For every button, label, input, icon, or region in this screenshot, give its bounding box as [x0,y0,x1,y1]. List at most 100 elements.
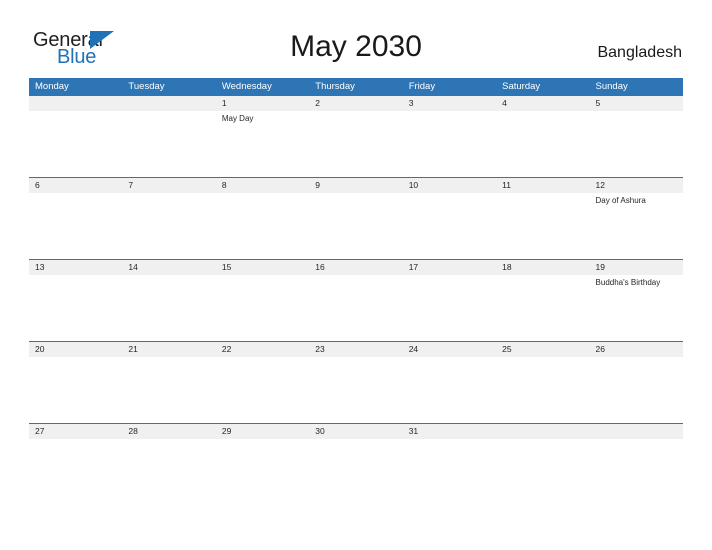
date-number[interactable]: 18 [496,260,589,275]
day-header-saturday: Saturday [502,81,541,92]
day-cell[interactable] [29,111,122,177]
event-label: May Day [221,114,254,123]
calendar-grid: Monday Tuesday Wednesday Thursday Friday… [29,78,683,499]
day-cell[interactable] [309,357,402,423]
date-number[interactable]: 7 [122,178,215,193]
day-cell[interactable] [403,275,496,341]
day-cell[interactable] [29,275,122,341]
day-cell[interactable]: May Day [216,111,309,177]
day-cell[interactable] [216,275,309,341]
week-event-band [29,357,683,423]
day-header-wednesday: Wednesday [221,81,272,92]
date-number[interactable]: 17 [403,260,496,275]
date-number[interactable]: 8 [216,178,309,193]
calendar-week-row: 6 7 8 9 10 11 12 Day of Ashura [29,177,683,259]
week-event-band: May Day [29,111,683,177]
calendar-week-row: 13 14 15 16 17 18 19 Buddha's Birthday [29,259,683,341]
week-event-band: Day of Ashura [29,193,683,259]
date-number[interactable] [29,96,122,111]
date-number[interactable]: 6 [29,178,122,193]
date-number[interactable]: 10 [403,178,496,193]
date-number[interactable]: 11 [496,178,589,193]
calendar-week-row: 20 21 22 23 24 25 26 [29,341,683,423]
week-date-band: 20 21 22 23 24 25 26 [29,341,683,357]
day-cell[interactable] [496,275,589,341]
event-label: Buddha's Birthday [595,278,661,287]
date-number[interactable]: 21 [122,342,215,357]
date-number[interactable]: 23 [309,342,402,357]
week-date-band: 6 7 8 9 10 11 12 [29,177,683,193]
day-cell[interactable]: Buddha's Birthday [590,275,683,341]
date-number[interactable]: 5 [590,96,683,111]
date-number[interactable]: 2 [309,96,402,111]
day-cell[interactable] [216,439,309,499]
day-cell[interactable] [496,111,589,177]
country-label: Bangladesh [597,44,682,61]
date-number[interactable]: 19 [590,260,683,275]
date-number[interactable]: 28 [122,424,215,439]
day-cell[interactable] [216,357,309,423]
day-cell[interactable] [122,439,215,499]
day-cell[interactable] [403,357,496,423]
day-cell[interactable] [496,439,589,499]
date-number[interactable]: 22 [216,342,309,357]
date-number[interactable] [590,424,683,439]
date-number[interactable] [496,424,589,439]
date-number[interactable]: 26 [590,342,683,357]
day-header-monday: Monday [35,81,69,92]
day-header-tuesday: Tuesday [128,81,165,92]
event-label: Day of Ashura [595,196,646,205]
day-cell[interactable] [309,275,402,341]
week-date-band: 1 2 3 4 5 [29,96,683,111]
day-cell[interactable] [122,357,215,423]
week-date-band: 27 28 29 30 31 [29,423,683,439]
day-cell[interactable] [29,439,122,499]
day-cell[interactable] [122,193,215,259]
date-number[interactable]: 13 [29,260,122,275]
day-cell[interactable] [496,357,589,423]
day-header-friday: Friday [408,81,436,92]
day-cell[interactable]: Day of Ashura [590,193,683,259]
page-header: General Blue May 2030 Bangladesh [0,0,712,78]
day-cell[interactable] [309,111,402,177]
date-number[interactable]: 4 [496,96,589,111]
day-cell[interactable] [403,193,496,259]
day-cell[interactable] [403,111,496,177]
date-number[interactable]: 27 [29,424,122,439]
day-header-thursday: Thursday [315,81,355,92]
day-cell[interactable] [590,357,683,423]
day-cell[interactable] [403,439,496,499]
day-cell[interactable] [122,111,215,177]
date-number[interactable]: 1 [216,96,309,111]
day-cell[interactable] [309,193,402,259]
day-cell[interactable] [122,275,215,341]
day-of-week-header-row: Monday Tuesday Wednesday Thursday Friday… [29,78,683,96]
date-number[interactable]: 30 [309,424,402,439]
day-cell[interactable] [590,111,683,177]
day-header-sunday: Sunday [595,81,628,92]
calendar-week-row: 27 28 29 30 31 [29,423,683,499]
date-number[interactable]: 15 [216,260,309,275]
date-number[interactable]: 3 [403,96,496,111]
week-date-band: 13 14 15 16 17 18 19 [29,259,683,275]
calendar-week-row: 1 2 3 4 5 May Day [29,96,683,177]
day-cell[interactable] [216,193,309,259]
day-cell[interactable] [496,193,589,259]
date-number[interactable]: 12 [590,178,683,193]
day-cell[interactable] [590,439,683,499]
day-cell[interactable] [309,439,402,499]
date-number[interactable]: 20 [29,342,122,357]
date-number[interactable]: 14 [122,260,215,275]
date-number[interactable]: 9 [309,178,402,193]
day-cell[interactable] [29,357,122,423]
date-number[interactable]: 25 [496,342,589,357]
date-number[interactable]: 29 [216,424,309,439]
day-cell[interactable] [29,193,122,259]
date-number[interactable]: 24 [403,342,496,357]
date-number[interactable] [122,96,215,111]
week-event-band [29,439,683,499]
date-number[interactable]: 16 [309,260,402,275]
calendar-page: General Blue May 2030 Bangladesh Monday … [0,0,712,550]
week-event-band: Buddha's Birthday [29,275,683,341]
date-number[interactable]: 31 [403,424,496,439]
